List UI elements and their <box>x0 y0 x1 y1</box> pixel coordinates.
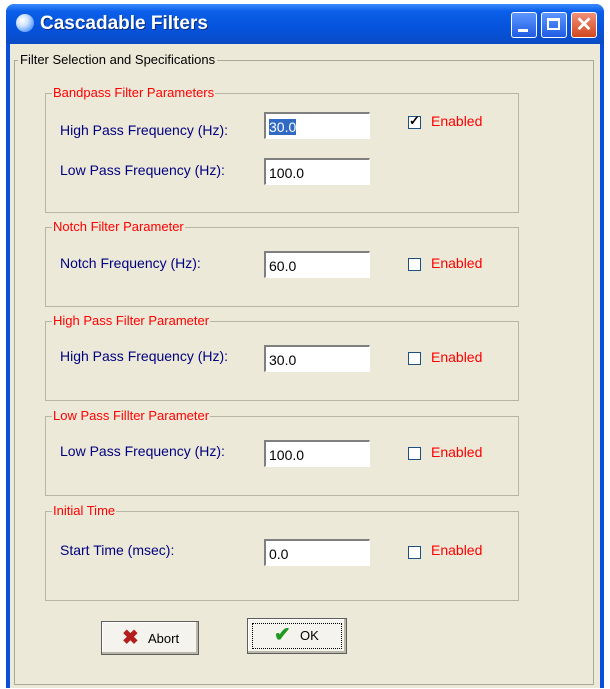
title-bar[interactable]: Cascadable Filters ✕ <box>6 4 604 44</box>
highpass-enabled-label: Enabled <box>431 349 483 365</box>
minimize-button[interactable] <box>511 12 537 38</box>
globe-icon <box>16 14 34 32</box>
highpass-legend: High Pass Filter Parameter <box>52 313 211 328</box>
focus-outline <box>252 623 342 649</box>
lowpass-enabled-checkbox[interactable] <box>408 447 421 460</box>
initial-time-legend: Initial Time <box>52 503 117 518</box>
initial-time-enabled-checkbox[interactable] <box>408 546 421 559</box>
bandpass-group: Bandpass Filter Parameters High Pass Fre… <box>45 85 519 213</box>
start-time-input[interactable]: 0.0 <box>264 539 370 566</box>
filter-selection-group: Filter Selection and Specifications Band… <box>14 52 594 685</box>
highpass-frequency-label: High Pass Frequency (Hz): <box>60 348 229 364</box>
bandpass-high-label: High Pass Frequency (Hz): <box>60 122 229 138</box>
lowpass-enabled-label: Enabled <box>431 444 483 460</box>
lowpass-frequency-input[interactable]: 100.0 <box>264 440 370 467</box>
abort-button-label: Abort <box>148 631 180 646</box>
dialog-window: Cascadable Filters ✕ Filter Selection an… <box>6 4 604 688</box>
bandpass-enabled-checkbox[interactable]: ✓ <box>408 113 421 129</box>
maximize-icon <box>547 18 560 30</box>
close-button[interactable]: ✕ <box>571 12 597 38</box>
bandpass-legend: Bandpass Filter Parameters <box>52 85 216 100</box>
notch-legend: Notch Filter Parameter <box>52 219 185 234</box>
minimize-icon <box>518 29 528 32</box>
checkmark-icon: ✓ <box>409 113 420 128</box>
highpass-enabled-checkbox[interactable] <box>408 352 421 365</box>
lowpass-group: Low Pass Fillter Parameter Low Pass Freq… <box>45 408 519 496</box>
filter-selection-title: Filter Selection and Specifications <box>18 52 218 67</box>
bandpass-high-frequency-value: 30.0 <box>269 119 297 135</box>
notch-frequency-input[interactable]: 60.0 <box>264 251 370 278</box>
window-title: Cascadable Filters <box>40 13 208 34</box>
ok-button-label: OK <box>300 628 319 643</box>
notch-enabled-checkbox[interactable] <box>408 258 421 271</box>
bandpass-low-label: Low Pass Frequency (Hz): <box>60 162 225 178</box>
initial-time-enabled-label: Enabled <box>431 542 483 558</box>
notch-group: Notch Filter Parameter Notch Frequency (… <box>45 219 519 307</box>
lowpass-frequency-label: Low Pass Frequency (Hz): <box>60 443 225 459</box>
green-checkmark-icon: ✔ <box>274 624 291 646</box>
abort-button[interactable]: ✖ Abort <box>101 621 199 655</box>
lowpass-legend: Low Pass Fillter Parameter <box>52 408 211 423</box>
bandpass-enabled-label: Enabled <box>431 113 483 129</box>
notch-enabled-label: Enabled <box>431 255 483 271</box>
highpass-frequency-input[interactable]: 30.0 <box>264 345 370 372</box>
dialog-client-area: Filter Selection and Specifications Band… <box>10 44 600 688</box>
close-icon: ✕ <box>575 14 593 36</box>
ok-button[interactable]: ✔ OK <box>247 618 347 654</box>
initial-time-group: Initial Time Start Time (msec): 0.0 Enab… <box>45 503 519 601</box>
bandpass-low-frequency-input[interactable]: 100.0 <box>264 158 370 185</box>
red-x-icon: ✖ <box>122 627 139 649</box>
notch-frequency-label: Notch Frequency (Hz): <box>60 255 201 271</box>
start-time-label: Start Time (msec): <box>60 542 175 558</box>
highpass-group: High Pass Filter Parameter High Pass Fre… <box>45 313 519 401</box>
bandpass-high-frequency-input[interactable]: 30.0 <box>264 112 370 139</box>
maximize-button[interactable] <box>541 12 567 38</box>
